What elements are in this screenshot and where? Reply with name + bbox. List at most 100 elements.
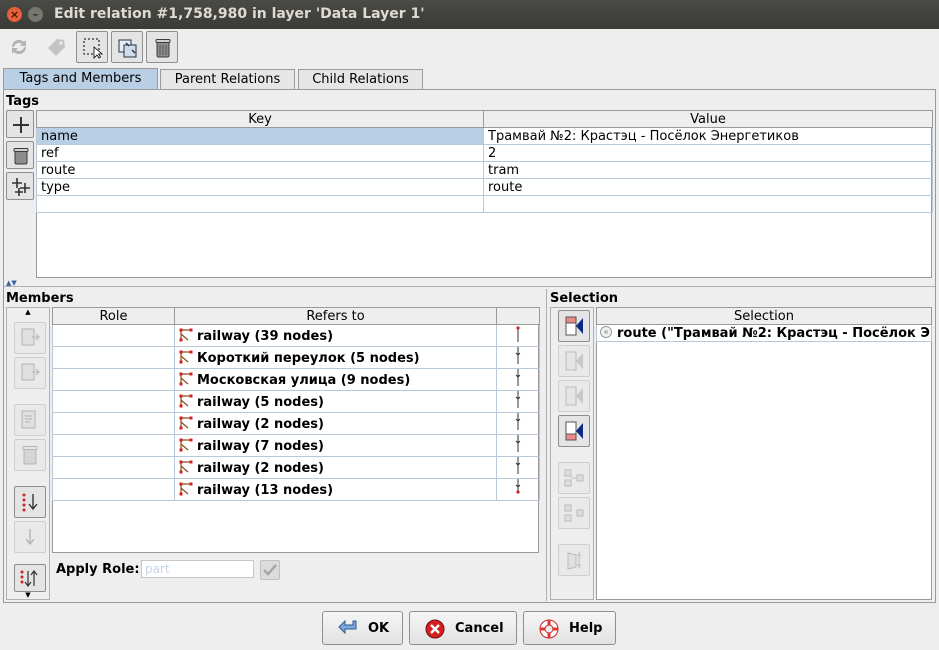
cancel-button-label: Cancel	[455, 621, 504, 636]
apply-role-button[interactable]	[260, 560, 280, 580]
zoom-to-button[interactable]	[111, 31, 143, 63]
member-refers-to[interactable]: railway (5 nodes)	[174, 390, 497, 413]
scroll-up-arrow-icon[interactable]: ▲	[7, 308, 49, 316]
add-end-icon	[565, 421, 583, 441]
trash-icon	[13, 148, 29, 165]
tag-key[interactable]	[36, 195, 484, 213]
member-role[interactable]	[52, 478, 175, 501]
selection-column-header[interactable]: Selection	[596, 307, 932, 325]
set-selection-button[interactable]	[558, 544, 590, 576]
member-role[interactable]	[52, 368, 175, 391]
ok-button[interactable]: OK	[322, 611, 403, 645]
tag-value[interactable]: route	[483, 178, 933, 196]
add-start-icon	[565, 316, 583, 336]
reverse-members-button[interactable]	[14, 564, 46, 592]
delete-tag-button[interactable]	[6, 141, 34, 169]
add-at-start-button[interactable]	[558, 310, 590, 342]
refresh-button[interactable]	[3, 31, 35, 63]
member-refers-label: railway (2 nodes)	[197, 460, 324, 476]
add-tag-button[interactable]	[6, 110, 34, 138]
members-buttons-strip: ▲ ▼	[6, 307, 50, 600]
scroll-down-arrow-icon[interactable]: ▼	[7, 591, 49, 599]
remove-member-button[interactable]	[14, 439, 46, 471]
table-row[interactable]: Московская улица (9 nodes)	[52, 368, 540, 391]
table-row[interactable]: route tram	[36, 161, 933, 179]
delete-relation-button[interactable]	[146, 31, 178, 63]
linkage-icon	[515, 479, 521, 494]
member-role[interactable]	[52, 390, 175, 413]
member-refers-to[interactable]: railway (13 nodes)	[174, 478, 497, 501]
table-row[interactable]: name Трамвай №2: Крастэц - Посёлок Энерг…	[36, 127, 933, 145]
table-row[interactable]	[36, 195, 933, 213]
tag-key[interactable]: name	[36, 127, 484, 145]
edit-member-button[interactable]	[14, 404, 46, 436]
table-row[interactable]: railway (2 nodes)	[52, 412, 540, 435]
tag-value[interactable]: tram	[483, 161, 933, 179]
member-refers-to[interactable]: Короткий переулок (5 nodes)	[174, 346, 497, 369]
tags-section-title: Tags	[6, 94, 40, 109]
tag-value[interactable]: Трамвай №2: Крастэц - Посёлок Энергетико…	[483, 127, 933, 145]
table-row[interactable]: route ("Трамвай №2: Крастэц - Посёлок Э.…	[596, 324, 932, 342]
title-bar: × – Edit relation #1,758,980 in layer 'D…	[0, 0, 939, 29]
linkage-icon	[515, 457, 521, 474]
add-after-button[interactable]	[558, 380, 590, 412]
selection-item[interactable]: route ("Трамвай №2: Крастэц - Посёлок Э.…	[596, 324, 932, 342]
select-button[interactable]	[76, 31, 108, 63]
refers-to-column-header[interactable]: Refers to	[174, 307, 497, 325]
window-close-button[interactable]: ×	[7, 7, 22, 22]
table-row[interactable]: railway (7 nodes)	[52, 434, 540, 457]
tag-key[interactable]: route	[36, 161, 484, 179]
tab-tags-and-members[interactable]: Tags and Members	[3, 68, 158, 90]
window-title: Edit relation #1,758,980 in layer 'Data …	[54, 6, 425, 22]
remove-selected-button[interactable]	[558, 462, 590, 494]
sort-below-button[interactable]	[14, 521, 46, 553]
member-refers-to[interactable]: railway (2 nodes)	[174, 412, 497, 435]
add-at-end-button[interactable]	[558, 415, 590, 447]
apply-preset-button[interactable]	[40, 31, 72, 63]
move-down-disabled-button[interactable]	[14, 357, 46, 389]
member-role[interactable]	[52, 456, 175, 479]
member-refers-to[interactable]: railway (39 nodes)	[174, 324, 497, 347]
role-column-header[interactable]: Role	[52, 307, 175, 325]
member-refers-to[interactable]: railway (7 nodes)	[174, 434, 497, 457]
table-row[interactable]: railway (13 nodes)	[52, 478, 540, 501]
table-row[interactable]: railway (39 nodes)	[52, 324, 540, 347]
cancel-button[interactable]: Cancel	[409, 611, 517, 645]
linkage-column-header[interactable]	[496, 307, 540, 325]
add-before-icon	[565, 351, 583, 371]
tag-value[interactable]	[483, 195, 933, 213]
member-role[interactable]	[52, 324, 175, 347]
tag-key[interactable]: type	[36, 178, 484, 196]
move-up-disabled-button[interactable]	[14, 322, 46, 354]
value-column-header[interactable]: Value	[483, 110, 933, 128]
tab-child-relations[interactable]: Child Relations	[298, 69, 423, 89]
tag-key[interactable]: ref	[36, 144, 484, 162]
help-button[interactable]: Help	[523, 611, 616, 645]
table-row[interactable]: ref 2	[36, 144, 933, 162]
key-column-header[interactable]: Key	[36, 110, 484, 128]
table-row[interactable]: type route	[36, 178, 933, 196]
member-role[interactable]	[52, 412, 175, 435]
apply-role-input[interactable]: part	[141, 560, 254, 578]
table-row[interactable]: railway (5 nodes)	[52, 390, 540, 413]
document-arrow-icon	[21, 328, 41, 346]
way-icon	[179, 482, 193, 495]
member-linkage	[496, 368, 540, 391]
member-refers-to[interactable]: railway (2 nodes)	[174, 456, 497, 479]
tag-value[interactable]: 2	[483, 144, 933, 162]
sort-members-button[interactable]	[14, 486, 46, 518]
window-minimize-button[interactable]: –	[28, 7, 43, 22]
member-refers-label: railway (13 nodes)	[197, 482, 334, 498]
paste-tags-button[interactable]	[6, 172, 34, 200]
add-before-button[interactable]	[558, 345, 590, 377]
table-row[interactable]: railway (2 nodes)	[52, 456, 540, 479]
table-row[interactable]: Короткий переулок (5 nodes)	[52, 346, 540, 369]
select-in-relation-button[interactable]	[558, 497, 590, 529]
trash-icon	[155, 39, 171, 58]
member-role[interactable]	[52, 346, 175, 369]
member-role[interactable]	[52, 434, 175, 457]
members-selection-divider[interactable]	[546, 289, 547, 601]
selection-table-container: Selection route ("Трамвай №2: Крастэц - …	[596, 307, 932, 600]
member-refers-to[interactable]: Московская улица (9 nodes)	[174, 368, 497, 391]
tab-parent-relations[interactable]: Parent Relations	[160, 69, 295, 89]
